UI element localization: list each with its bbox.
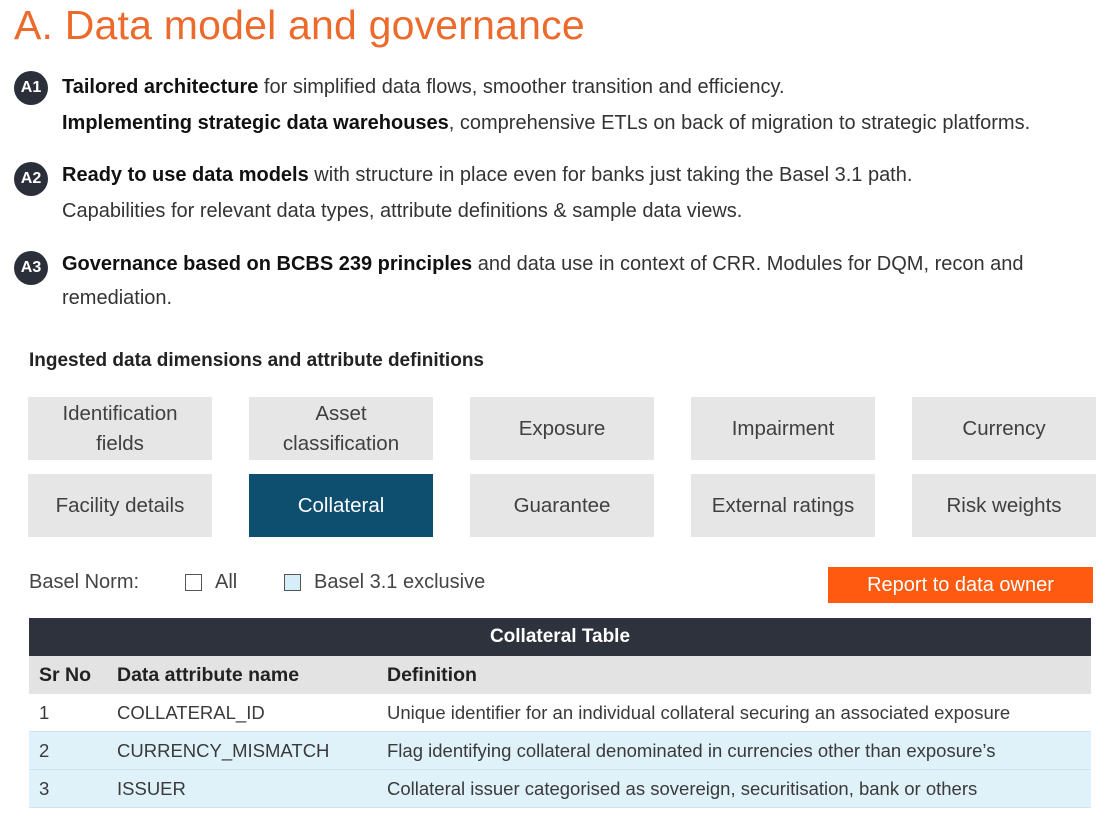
cell-attribute-name: COLLATERAL_ID	[117, 701, 265, 723]
badge-a3: A3	[14, 251, 48, 285]
tile-label: Facility details	[55, 493, 185, 517]
cell-sr-no: 1	[39, 701, 50, 723]
tile-label: Impairment	[731, 416, 835, 440]
cell-sr-no: 2	[39, 739, 50, 761]
cell-definition: Collateral issuer categorised as soverei…	[387, 777, 978, 799]
tile-label: classification	[282, 431, 400, 455]
filter-basel31-option[interactable]: Basel 3.1 exclusive	[284, 571, 485, 594]
tile-identification-fields[interactable]: Identification fields	[28, 397, 212, 460]
tile-external-ratings[interactable]: External ratings	[691, 474, 875, 537]
all-checkbox-label: All	[215, 571, 238, 593]
tile-label: Collateral	[297, 493, 385, 517]
tile-guarantee[interactable]: Guarantee	[470, 474, 654, 537]
tile-label: Risk weights	[946, 493, 1062, 517]
cell-definition: Unique identifier for an individual coll…	[387, 701, 1011, 723]
tile-label: Currency	[962, 416, 1046, 440]
point-a3-line2-text: remediation.	[62, 287, 173, 309]
point-a3-line1-text: and data use in context of CRR. Modules …	[472, 253, 1024, 275]
table-row: 1 COLLATERAL_ID Unique identifier for an…	[29, 694, 1091, 732]
point-a1-line2: Implementing strategic data warehouses, …	[62, 112, 1030, 135]
tile-facility-details[interactable]: Facility details	[28, 474, 212, 537]
header-sr-no: Sr No	[39, 663, 92, 686]
tile-currency[interactable]: Currency	[912, 397, 1096, 460]
collateral-table: Collateral Table Sr No Data attribute na…	[29, 618, 1091, 808]
point-a1-line2-bold: Implementing strategic data warehouses	[62, 112, 449, 134]
point-a2-line1: Ready to use data models with structure …	[62, 164, 912, 187]
basel-norm-label: Basel Norm:	[29, 571, 140, 593]
point-a2-line2: Capabilities for relevant data types, at…	[62, 200, 742, 223]
badge-a1: A1	[14, 71, 48, 105]
tile-impairment[interactable]: Impairment	[691, 397, 875, 460]
tile-label: Exposure	[518, 416, 606, 440]
basel31-exclusive-label: Basel 3.1 exclusive	[314, 571, 486, 593]
cell-sr-no: 3	[39, 777, 50, 799]
point-a3-line1: Governance based on BCBS 239 principles …	[62, 253, 1024, 276]
basel31-exclusive-checkbox[interactable]	[284, 574, 301, 591]
filter-all-option[interactable]: All	[185, 571, 237, 594]
header-definition: Definition	[387, 663, 477, 686]
page-title: A. Data model and governance	[14, 2, 585, 48]
point-a2-line1-bold: Ready to use data models	[62, 164, 309, 186]
tile-label: fields	[96, 431, 144, 455]
cell-definition: Flag identifying collateral denominated …	[387, 739, 996, 761]
tile-label: Identification	[62, 401, 178, 425]
cell-attribute-name: ISSUER	[117, 777, 186, 799]
point-a2-line2-text: Capabilities for relevant data types, at…	[62, 200, 743, 222]
point-a3-line2: remediation.	[62, 287, 172, 310]
table-header-row: Sr No Data attribute name Definition	[29, 656, 1091, 694]
tile-asset-classification[interactable]: Asset classification	[249, 397, 433, 460]
cell-attribute-name: CURRENCY_MISMATCH	[117, 739, 330, 761]
table-row: 3 ISSUER Collateral issuer categorised a…	[29, 770, 1091, 808]
tile-label: Asset	[315, 401, 367, 425]
point-a1-line2-text: , comprehensive ETLs on back of migratio…	[448, 112, 1031, 134]
point-a1-line1-text: for simplified data flows, smoother tran…	[258, 76, 785, 98]
tile-label: External ratings	[711, 493, 855, 517]
all-checkbox[interactable]	[185, 574, 202, 591]
report-to-data-owner-button[interactable]: Report to data owner	[828, 567, 1093, 603]
point-a2-line1-text: with structure in place even for banks j…	[308, 164, 913, 186]
tile-risk-weights[interactable]: Risk weights	[912, 474, 1096, 537]
point-a1-line1: Tailored architecture for simplified dat…	[62, 76, 785, 99]
dimensions-heading: Ingested data dimensions and attribute d…	[29, 350, 484, 371]
tile-exposure[interactable]: Exposure	[470, 397, 654, 460]
badge-a2: A2	[14, 162, 48, 196]
point-a1-line1-bold: Tailored architecture	[62, 76, 259, 98]
table-row: 2 CURRENCY_MISMATCH Flag identifying col…	[29, 732, 1091, 770]
tile-collateral[interactable]: Collateral	[249, 474, 433, 537]
header-attribute-name: Data attribute name	[117, 663, 300, 686]
point-a3-line1-bold: Governance based on BCBS 239 principles	[62, 253, 473, 275]
tile-label: Guarantee	[513, 493, 611, 517]
table-caption: Collateral Table	[29, 618, 1091, 656]
